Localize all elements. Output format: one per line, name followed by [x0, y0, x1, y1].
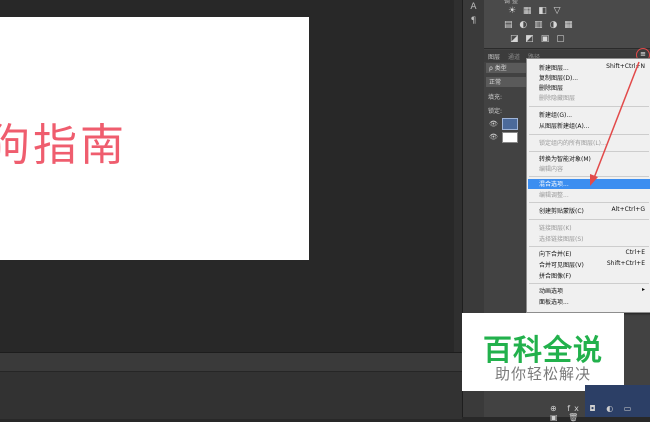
text-layer-thumbnail[interactable] — [502, 118, 518, 130]
canvas-vertical-scrollbar[interactable] — [454, 0, 462, 352]
menu-item-panel-options[interactable]: 面板选项... — [539, 297, 649, 307]
menu-item-flatten-image[interactable]: 拼合图像(F) — [539, 271, 649, 281]
adjustments-row-2[interactable]: ▤ ◐ ▥ ◑ ▦ — [504, 20, 575, 30]
menu-separator — [529, 134, 649, 135]
timeline-body — [0, 371, 462, 419]
paragraph-tool-icon[interactable]: ¶ — [463, 16, 484, 26]
menu-item-delete-layer[interactable]: 删除图层 — [539, 83, 649, 93]
fill-label: 填充: — [488, 94, 503, 101]
eye-icon[interactable]: 👁 — [489, 133, 498, 141]
menu-item-new-layer[interactable]: 新建图层... Shift+Ctrl+N — [539, 63, 649, 73]
adjustments-panel: 调整 ☀ ▦ ◧ ▽ ▤ ◐ ▥ ◑ ▦ ◪ ◩ ▣ ▢ — [484, 0, 650, 49]
menu-separator — [529, 151, 649, 152]
layers-panel-footer-icons[interactable]: ⊕ fx ◘ ◐ ▭ ▣ 🗑 — [550, 404, 650, 422]
blend-mode-select[interactable]: 正常 — [486, 77, 526, 87]
timeline-panel — [0, 352, 462, 419]
menu-item-link-layers[interactable]: 链接图层(K) — [539, 223, 649, 233]
menu-separator — [529, 202, 649, 203]
menu-item-edit-contents[interactable]: 编辑内容 — [539, 164, 649, 174]
menu-item-select-linked-layers[interactable]: 选择链接图层(S) — [539, 234, 649, 244]
document-text: 狗指南 — [0, 120, 127, 171]
submenu-arrow-icon: ▸ — [641, 286, 645, 293]
menu-separator — [529, 176, 649, 177]
menu-item-animation-options[interactable]: 动画选项 ▸ — [539, 286, 649, 296]
menu-item-duplicate-layer[interactable]: 复制图层(D)... — [539, 73, 649, 83]
eye-icon[interactable]: 👁 — [489, 120, 498, 128]
menu-item-group-from-layers[interactable]: 从图层新建组(A)... — [539, 121, 649, 131]
menu-item-convert-smart-object[interactable]: 转换为智能对象(M) — [539, 154, 649, 164]
lock-label: 锁定: — [488, 108, 503, 115]
tab-channels[interactable]: 通道 — [508, 52, 520, 61]
menu-item-delete-hidden-layers[interactable]: 删除隐藏图层 — [539, 93, 649, 103]
menu-item-lock-all-layers[interactable]: 锁定组内的所有图层(L)... — [539, 138, 649, 148]
menu-item-edit-adjustment[interactable]: 编辑调整... — [539, 190, 649, 200]
menu-separator — [529, 283, 649, 284]
menu-item-merge-visible[interactable]: 合并可见图层(V) Shift+Ctrl+E — [539, 260, 649, 270]
adjustments-row-1[interactable]: ☀ ▦ ◧ ▽ — [508, 6, 563, 16]
adjustments-title: 调整 — [504, 0, 521, 5]
menu-separator — [529, 246, 649, 247]
menu-item-new-group[interactable]: 新建组(G)... — [539, 110, 649, 120]
background-layer-thumbnail[interactable] — [502, 132, 518, 143]
menu-separator — [529, 106, 649, 107]
character-tool-icon[interactable]: A — [463, 2, 484, 12]
menu-item-blending-options[interactable]: 混合选项... — [528, 179, 650, 189]
adjustments-row-3[interactable]: ◪ ◩ ▣ ▢ — [510, 34, 567, 44]
menu-item-create-clipping-mask[interactable]: 创建剪贴蒙版(C) Alt+Ctrl+G — [539, 206, 649, 216]
menu-item-merge-down[interactable]: 向下合并(E) Ctrl+E — [539, 249, 649, 259]
tab-layers[interactable]: 图层 — [488, 52, 500, 61]
layer-kind-filter[interactable]: ρ 类型 — [486, 63, 526, 73]
menu-separator — [529, 219, 649, 220]
document-canvas[interactable]: 狗指南 — [0, 17, 309, 260]
watermark-subtitle: 助你轻松解决 — [494, 365, 591, 383]
layers-panel-menu: 新建图层... Shift+Ctrl+N 复制图层(D)... 删除图层 删除隐藏… — [526, 58, 650, 313]
watermark-logo: 百科全说 助你轻松解决 — [462, 313, 624, 391]
